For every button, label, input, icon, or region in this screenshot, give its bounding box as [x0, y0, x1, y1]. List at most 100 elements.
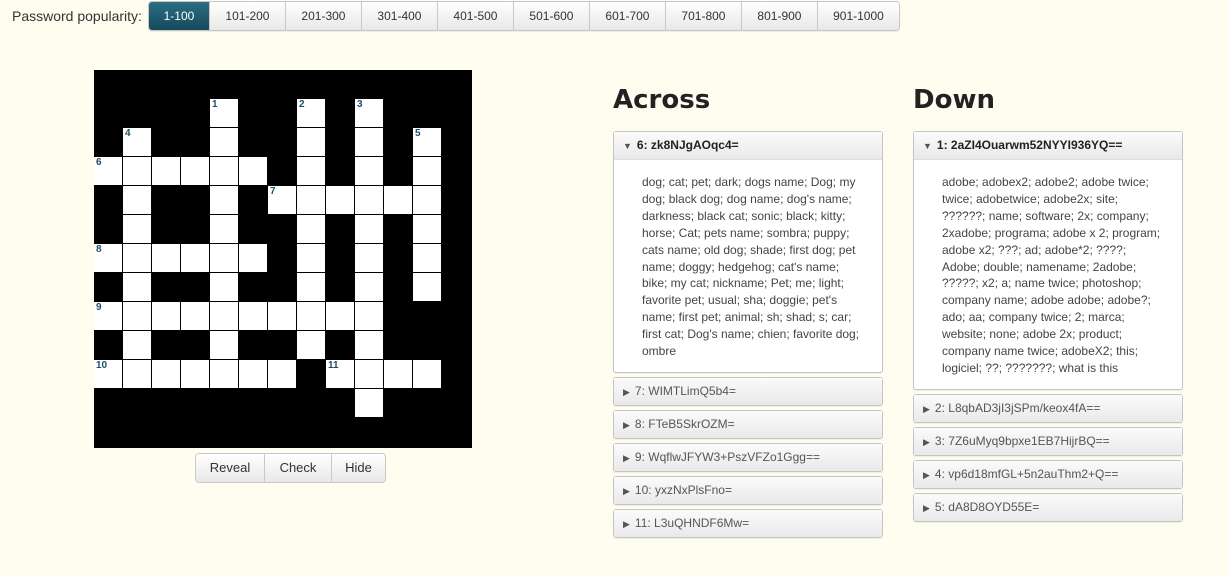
cell-number: 6 [96, 157, 102, 168]
grid-cell[interactable]: 9 [94, 302, 122, 330]
grid-cell[interactable] [181, 157, 209, 185]
grid-cell[interactable] [355, 389, 383, 417]
grid-cell[interactable] [181, 302, 209, 330]
clue-header[interactable]: ▼ 6: zk8NJgAOqc4= [614, 132, 882, 159]
grid-cell[interactable] [297, 273, 325, 301]
range-button-201-300[interactable]: 201-300 [284, 2, 361, 30]
grid-cell[interactable] [152, 157, 180, 185]
clue-header[interactable]: ▶ 10: yxzNxPlsFno= [614, 476, 882, 504]
range-button-301-400[interactable]: 301-400 [360, 2, 437, 30]
grid-cell[interactable]: 2 [297, 99, 325, 127]
grid-cell[interactable] [210, 331, 238, 359]
grid-cell[interactable] [384, 360, 412, 388]
grid-cell[interactable] [210, 302, 238, 330]
grid-cell[interactable] [210, 186, 238, 214]
grid-cell[interactable] [123, 157, 151, 185]
grid-cell[interactable] [297, 302, 325, 330]
grid-cell[interactable] [413, 215, 441, 243]
clue-header[interactable]: ▶ 8: FTeB5SkrOZM= [614, 410, 882, 438]
grid-cell[interactable] [297, 244, 325, 272]
grid-cell[interactable] [181, 360, 209, 388]
clue-header[interactable]: ▶ 9: WqflwJFYW3+PszVFZo1Ggg== [614, 443, 882, 471]
grid-cell[interactable]: 7 [268, 186, 296, 214]
grid-cell[interactable] [413, 157, 441, 185]
popularity-bar: Password popularity: 1-100 101-200 201-3… [12, 1, 900, 31]
grid-cell[interactable] [413, 360, 441, 388]
clue-across-9: ▶ 9: WqflwJFYW3+PszVFZo1Ggg== [613, 442, 883, 472]
grid-cell[interactable] [355, 157, 383, 185]
grid-cell[interactable] [355, 244, 383, 272]
grid-cell[interactable] [297, 186, 325, 214]
grid-cell[interactable] [239, 360, 267, 388]
range-button-701-800[interactable]: 701-800 [664, 2, 741, 30]
range-button-601-700[interactable]: 601-700 [588, 2, 665, 30]
grid-cell[interactable] [326, 186, 354, 214]
grid-cell[interactable] [355, 302, 383, 330]
grid-cell[interactable] [355, 128, 383, 156]
grid-cell[interactable] [355, 331, 383, 359]
grid-cell[interactable] [268, 302, 296, 330]
clue-header[interactable]: ▶ 7: WIMTLimQ5b4= [614, 377, 882, 405]
grid-cell[interactable] [384, 186, 412, 214]
grid-cell[interactable] [239, 302, 267, 330]
grid-cell[interactable] [297, 157, 325, 185]
grid-cell[interactable] [355, 273, 383, 301]
grid-cell[interactable] [210, 360, 238, 388]
grid-cell[interactable]: 5 [413, 128, 441, 156]
grid-cell[interactable] [123, 273, 151, 301]
grid-cell[interactable]: 8 [94, 244, 122, 272]
grid-cell[interactable] [268, 360, 296, 388]
clue-header[interactable]: ▶ 4: vp6d18mfGL+5n2auThm2+Q== [914, 460, 1182, 488]
reveal-button[interactable]: Reveal [196, 454, 264, 482]
caret-right-icon: ▶ [623, 452, 630, 463]
grid-cell[interactable] [210, 215, 238, 243]
grid-cell[interactable] [355, 186, 383, 214]
clue-header[interactable]: ▶ 2: L8qbAD3jI3jSPm/keox4fA== [914, 394, 1182, 422]
check-button[interactable]: Check [264, 454, 331, 482]
grid-cell[interactable]: 4 [123, 128, 151, 156]
grid-cell[interactable] [326, 302, 354, 330]
range-button-1-100[interactable]: 1-100 [148, 2, 209, 30]
grid-cell[interactable] [152, 302, 180, 330]
grid-cell[interactable]: 1 [210, 99, 238, 127]
grid-cell[interactable] [413, 244, 441, 272]
grid-cell[interactable] [152, 244, 180, 272]
grid-cell[interactable] [297, 331, 325, 359]
grid-cell[interactable] [297, 128, 325, 156]
grid-cell[interactable] [123, 302, 151, 330]
grid-cell[interactable]: 3 [355, 99, 383, 127]
grid-cell[interactable] [123, 360, 151, 388]
grid-cell[interactable] [123, 215, 151, 243]
range-button-901-1000[interactable]: 901-1000 [816, 2, 899, 30]
grid-cell[interactable] [181, 244, 209, 272]
grid-cell[interactable] [239, 244, 267, 272]
range-button-801-900[interactable]: 801-900 [740, 2, 817, 30]
caret-down-icon: ▼ [623, 141, 632, 151]
grid-cell[interactable] [210, 273, 238, 301]
range-button-101-200[interactable]: 101-200 [208, 2, 285, 30]
grid-cell[interactable] [152, 360, 180, 388]
clue-down-5: ▶ 5: dA8D8OYD55E= [913, 492, 1183, 522]
grid-cell[interactable]: 10 [94, 360, 122, 388]
clue-header[interactable]: ▶ 5: dA8D8OYD55E= [914, 493, 1182, 521]
grid-cell[interactable] [297, 215, 325, 243]
clue-header[interactable]: ▼ 1: 2aZI4Ouarwm52NYYI936YQ== [914, 132, 1182, 159]
grid-cell[interactable] [123, 186, 151, 214]
grid-cell[interactable] [413, 186, 441, 214]
grid-cell[interactable] [239, 157, 267, 185]
grid-cell[interactable] [210, 244, 238, 272]
clue-header[interactable]: ▶ 3: 7Z6uMyq9bpxe1EB7HijrBQ== [914, 427, 1182, 455]
clue-header[interactable]: ▶ 11: L3uQHNDF6Mw= [614, 509, 882, 537]
grid-cell[interactable] [123, 244, 151, 272]
grid-cell[interactable] [355, 360, 383, 388]
grid-cell[interactable]: 6 [94, 157, 122, 185]
hide-button[interactable]: Hide [331, 454, 385, 482]
grid-cell[interactable] [413, 273, 441, 301]
grid-cell[interactable]: 11 [326, 360, 354, 388]
grid-cell[interactable] [355, 215, 383, 243]
range-button-401-500[interactable]: 401-500 [436, 2, 513, 30]
range-button-501-600[interactable]: 501-600 [512, 2, 589, 30]
grid-cell[interactable] [210, 128, 238, 156]
grid-cell[interactable] [123, 331, 151, 359]
grid-cell[interactable] [210, 157, 238, 185]
